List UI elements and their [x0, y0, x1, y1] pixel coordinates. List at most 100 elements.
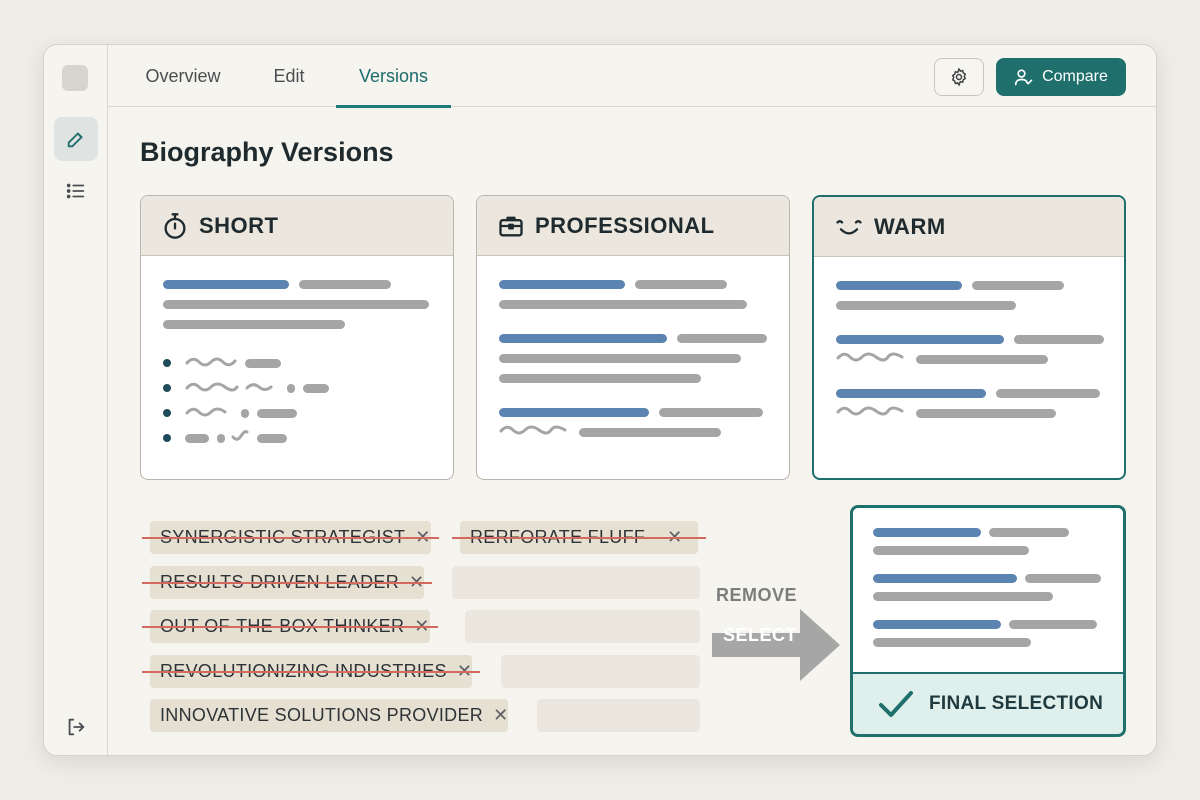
text-line [1025, 574, 1101, 583]
final-selection-label: FINAL SELECTION [929, 693, 1104, 714]
buzzword-tag[interactable]: SYNERGISTIC STRATEGIST ✕ [142, 521, 439, 554]
text-line [299, 280, 391, 289]
text-line [989, 528, 1069, 537]
card-preview [477, 256, 789, 479]
strikethrough [142, 537, 439, 539]
text-line [635, 280, 727, 289]
bullet [163, 409, 171, 417]
text-line [217, 434, 225, 443]
tab-overview[interactable]: Overview [138, 45, 228, 107]
text-line [163, 280, 289, 289]
text-line [972, 281, 1064, 290]
buzzword-tag[interactable]: REVOLUTIONIZING INDUSTRIES ✕ [142, 655, 481, 688]
text-line [677, 334, 767, 343]
empty-slot [452, 566, 700, 599]
text-line [873, 638, 1031, 647]
card-title: WARM [874, 213, 946, 239]
compare-label: Compare [1042, 68, 1108, 85]
card-header: SHORT [141, 196, 453, 256]
strikethrough [142, 671, 481, 673]
top-bar: Overview Edit Versions Compare [108, 45, 1156, 108]
text-line [1009, 620, 1097, 629]
compare-button[interactable]: Compare [996, 58, 1126, 96]
squiggle [185, 407, 227, 417]
text-line [836, 301, 1016, 310]
tab-edit[interactable]: Edit [264, 45, 314, 107]
text-line [499, 408, 649, 417]
strikethrough [142, 582, 433, 584]
empty-slot [465, 610, 700, 643]
text-line [303, 384, 329, 393]
text-line [873, 592, 1053, 601]
squiggle [185, 357, 237, 367]
card-header: PROFESSIONAL [477, 196, 789, 256]
stopwatch-icon [164, 212, 186, 239]
buzzword-tag[interactable]: OUT-OF-THE-BOX THINKER ✕ [142, 610, 438, 643]
version-card-professional[interactable]: PROFESSIONAL [476, 195, 790, 480]
buzzword-text: INNOVATIVE SOLUTIONS PROVIDER [160, 705, 484, 725]
edit-icon [67, 132, 83, 148]
checkmark-icon [879, 691, 913, 717]
app-window: Overview Edit Versions Compare Biography… [43, 44, 1157, 756]
squiggle [836, 406, 904, 416]
logout-button[interactable] [54, 705, 98, 749]
text-line [245, 359, 281, 368]
text-line [257, 409, 297, 418]
text-line [873, 546, 1029, 555]
empty-slot [537, 699, 700, 732]
squiggle [836, 352, 904, 362]
buzzword-tag[interactable]: RESULTS-DRIVEN LEADER ✕ [142, 566, 433, 599]
list-nav-button[interactable] [54, 169, 98, 213]
empty-slot [501, 655, 700, 688]
text-line [185, 434, 209, 443]
version-card-warm[interactable]: WARM [812, 195, 1126, 480]
text-line [163, 320, 345, 329]
text-line [836, 335, 1004, 344]
squiggle [499, 425, 567, 435]
text-line [499, 334, 667, 343]
text-line [499, 280, 625, 289]
text-line [836, 281, 962, 290]
buzzword-tag[interactable]: RERFORATE FLUFF ✕ [452, 521, 706, 554]
sidebar [44, 45, 108, 755]
final-selection-card[interactable]: FINAL SELECTION [850, 505, 1126, 737]
strikethrough [142, 626, 438, 628]
text-line [499, 354, 741, 363]
version-card-short[interactable]: SHORT [140, 195, 454, 480]
text-line [257, 434, 287, 443]
text-line [1014, 335, 1104, 344]
logout-icon [68, 718, 85, 736]
text-line [873, 620, 1001, 629]
squiggle [185, 382, 273, 392]
close-icon[interactable]: ✕ [493, 705, 508, 726]
bullet [163, 434, 171, 442]
settings-button[interactable] [934, 58, 984, 96]
card-header: WARM [814, 197, 1124, 257]
text-line [873, 574, 1017, 583]
final-selection-footer: FINAL SELECTION [853, 672, 1123, 734]
text-line [916, 355, 1048, 364]
buzzword-tag[interactable]: INNOVATIVE SOLUTIONS PROVIDER ✕ [150, 699, 509, 732]
text-line [996, 389, 1100, 398]
page-title: Biography Versions [140, 137, 394, 167]
remove-label: REMOVE [716, 585, 798, 605]
user-check-icon [1014, 69, 1033, 86]
squiggle [231, 430, 249, 441]
text-line [163, 300, 429, 309]
text-line [659, 408, 763, 417]
text-line [836, 389, 986, 398]
bullet [163, 384, 171, 392]
text-line [241, 409, 249, 418]
list-icon [66, 183, 85, 199]
card-preview [814, 257, 1124, 478]
select-label: SELECT [723, 625, 798, 645]
bullet [163, 359, 171, 367]
tab-versions[interactable]: Versions [336, 45, 451, 108]
smile-icon [836, 219, 862, 234]
edit-nav-button[interactable] [54, 117, 98, 161]
strikethrough [452, 537, 706, 539]
gear-icon [951, 67, 967, 87]
app-logo [62, 65, 88, 91]
remove-select-arrow: REMOVE SELECT [708, 581, 848, 691]
text-line [579, 428, 721, 437]
